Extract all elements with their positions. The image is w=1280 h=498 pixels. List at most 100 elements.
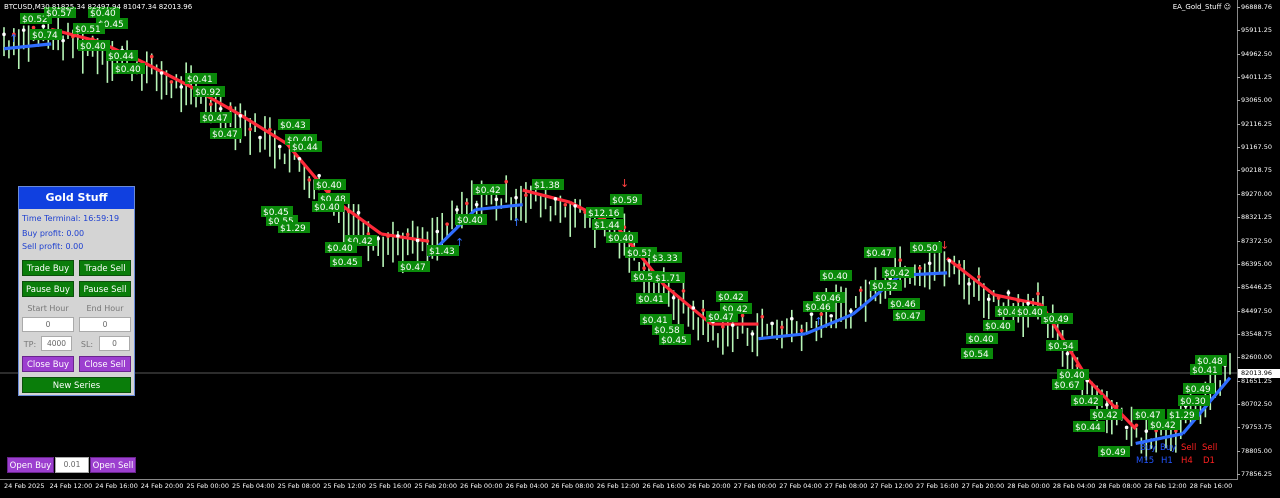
trade-profit-label: $1.29 xyxy=(1167,409,1199,421)
trade-dot xyxy=(996,296,1001,300)
lot-size-input[interactable]: 0.01 xyxy=(55,457,89,473)
pause-sell-button[interactable]: Pause Sell xyxy=(79,281,131,297)
price-tick: 86395.00 xyxy=(1236,259,1273,268)
trade-profit-label: $0.42 xyxy=(716,291,748,303)
tp-input[interactable]: 4000 xyxy=(41,336,72,351)
trade-profit-label: $0.47 xyxy=(893,310,925,322)
svg-text:$0.40: $0.40 xyxy=(968,335,994,345)
svg-text:$0.42: $0.42 xyxy=(1073,397,1099,407)
trade-dot xyxy=(258,135,262,140)
svg-text:$0.47: $0.47 xyxy=(708,313,734,323)
trade-dot xyxy=(149,54,154,59)
trade-profit-label: $0.67 xyxy=(1052,379,1084,391)
price-chart[interactable]: ↑↑↑↓↑↓ $0.52$0.57 $0.40$0.45$0.51$0.74$0.… xyxy=(0,0,1238,480)
mtf-tf-h4: H4 xyxy=(1181,456,1193,466)
price-tick: 83548.75 xyxy=(1236,329,1273,338)
price-axis[interactable]: 96888.76 95911.25 94962.50 94011.25 93065.00… xyxy=(1236,0,1280,480)
trade-profit-label: $0.44 xyxy=(106,50,138,62)
svg-text:$0.43: $0.43 xyxy=(280,121,306,131)
trade-profit-label: $0.45 xyxy=(330,256,362,268)
trade-dot xyxy=(307,178,312,182)
trade-dot xyxy=(445,222,449,226)
time-tick: 27 Feb 16:00 xyxy=(916,482,959,490)
trade-sell-button[interactable]: Trade Sell xyxy=(79,260,131,276)
svg-text:$0.47: $0.47 xyxy=(866,249,892,259)
open-buy-button[interactable]: Open Buy xyxy=(7,457,54,473)
trade-profit-label: $0.40 xyxy=(1015,306,1047,318)
close-buy-button[interactable]: Close Buy xyxy=(22,356,74,372)
trade-dot xyxy=(415,238,420,243)
trade-dot xyxy=(898,258,902,262)
trade-dot xyxy=(977,274,981,279)
trade-dot xyxy=(268,127,272,132)
trade-profit-label: $0.58 xyxy=(652,324,684,336)
svg-text:$0.51: $0.51 xyxy=(627,249,653,259)
svg-text:$0.41: $0.41 xyxy=(187,75,213,85)
svg-text:$0.47: $0.47 xyxy=(400,263,426,273)
trade-profit-label: $1.44 xyxy=(592,219,624,231)
svg-text:$0.50: $0.50 xyxy=(912,244,938,254)
trade-dot xyxy=(829,314,833,318)
open-sell-button[interactable]: Open Sell xyxy=(90,457,136,473)
svg-text:$0.40: $0.40 xyxy=(115,65,141,75)
trade-dot xyxy=(425,239,430,243)
pause-buy-button[interactable]: Pause Buy xyxy=(22,281,74,297)
chart-area[interactable]: ↑ ↑ ↑ ↓ ↑ ↓ $0.52 $0.57 $0.40 $0.45 $0.51 $0.74 $0.… xyxy=(0,0,1238,480)
trade-dot xyxy=(405,232,410,237)
price-tick: 92116.25 xyxy=(1236,119,1273,128)
start-hour-input[interactable]: 0 xyxy=(22,317,74,332)
trade-profit-label: $0.54 xyxy=(1046,340,1078,352)
trade-dot xyxy=(927,261,932,266)
svg-text:$0.45: $0.45 xyxy=(332,258,358,268)
trade-dot xyxy=(386,234,390,239)
price-tick: 96888.76 xyxy=(1236,3,1273,11)
close-sell-button[interactable]: Close Sell xyxy=(79,356,131,372)
trade-profit-label: $0.40 xyxy=(312,201,344,213)
trade-profit-label: $0.51 xyxy=(73,23,105,35)
price-tick: 87372.50 xyxy=(1236,236,1273,245)
svg-text:$0.44: $0.44 xyxy=(1075,423,1101,433)
time-tick: 27 Feb 00:00 xyxy=(733,482,777,490)
svg-text:$0.45: $0.45 xyxy=(661,336,687,346)
trade-profit-label: $0.43 xyxy=(278,119,310,131)
trade-dot xyxy=(918,266,922,270)
ea-name-label[interactable]: EA_Gold_Stuff ☺ xyxy=(1173,3,1231,11)
price-tick: 91167.50 xyxy=(1236,143,1273,152)
end-hour-input[interactable]: 0 xyxy=(79,317,131,332)
svg-text:$0.40: $0.40 xyxy=(80,42,106,52)
tp-label: TP: xyxy=(23,340,37,349)
time-axis[interactable]: 24 Feb 2025 24 Feb 12:00 24 Feb 16:00 24 Fe… xyxy=(0,480,1238,498)
trade-dot xyxy=(514,195,518,200)
trade-dot xyxy=(967,282,971,286)
trade-buy-button[interactable]: Trade Buy xyxy=(22,260,74,276)
new-series-button[interactable]: New Series xyxy=(22,377,131,393)
svg-text:$0.54: $0.54 xyxy=(963,350,989,360)
trade-profit-label: $0.42 xyxy=(1090,409,1122,421)
trade-dot xyxy=(691,306,696,310)
trade-dot xyxy=(71,34,75,39)
trade-profit-label: $0.40 xyxy=(78,40,110,52)
trade-profit-label: $0.48 xyxy=(1195,355,1227,367)
mtf-tf-d1: D1 xyxy=(1203,456,1215,466)
sl-input[interactable]: 0 xyxy=(99,336,130,351)
arrow-up-icon: ↑ xyxy=(512,216,521,229)
trade-profit-label: $0.47 xyxy=(210,128,242,140)
trade-profit-label: $0.44 xyxy=(290,141,322,153)
time-tick: 26 Feb 12:00 xyxy=(596,482,640,490)
trade-dot xyxy=(455,208,459,212)
trade-dot xyxy=(1114,404,1119,409)
trade-dot xyxy=(1065,351,1070,356)
trade-dot xyxy=(1105,402,1109,407)
trade-dot xyxy=(799,328,804,333)
time-tick: 24 Feb 20:00 xyxy=(140,482,184,490)
trade-profit-label: $0.47 xyxy=(398,261,430,273)
trade-profit-label: $0.40 xyxy=(820,270,852,282)
trade-dot xyxy=(701,308,705,312)
time-tick: 25 Feb 04:00 xyxy=(232,482,275,490)
trade-dot xyxy=(218,106,223,111)
trade-profit-label: $12.16 xyxy=(586,207,624,219)
svg-text:$0.48: $0.48 xyxy=(1197,357,1223,367)
trade-profit-label: $0.47 xyxy=(1133,409,1165,421)
svg-text:$0.40: $0.40 xyxy=(327,244,353,254)
time-tick: 28 Feb 16:00 xyxy=(1189,482,1233,490)
